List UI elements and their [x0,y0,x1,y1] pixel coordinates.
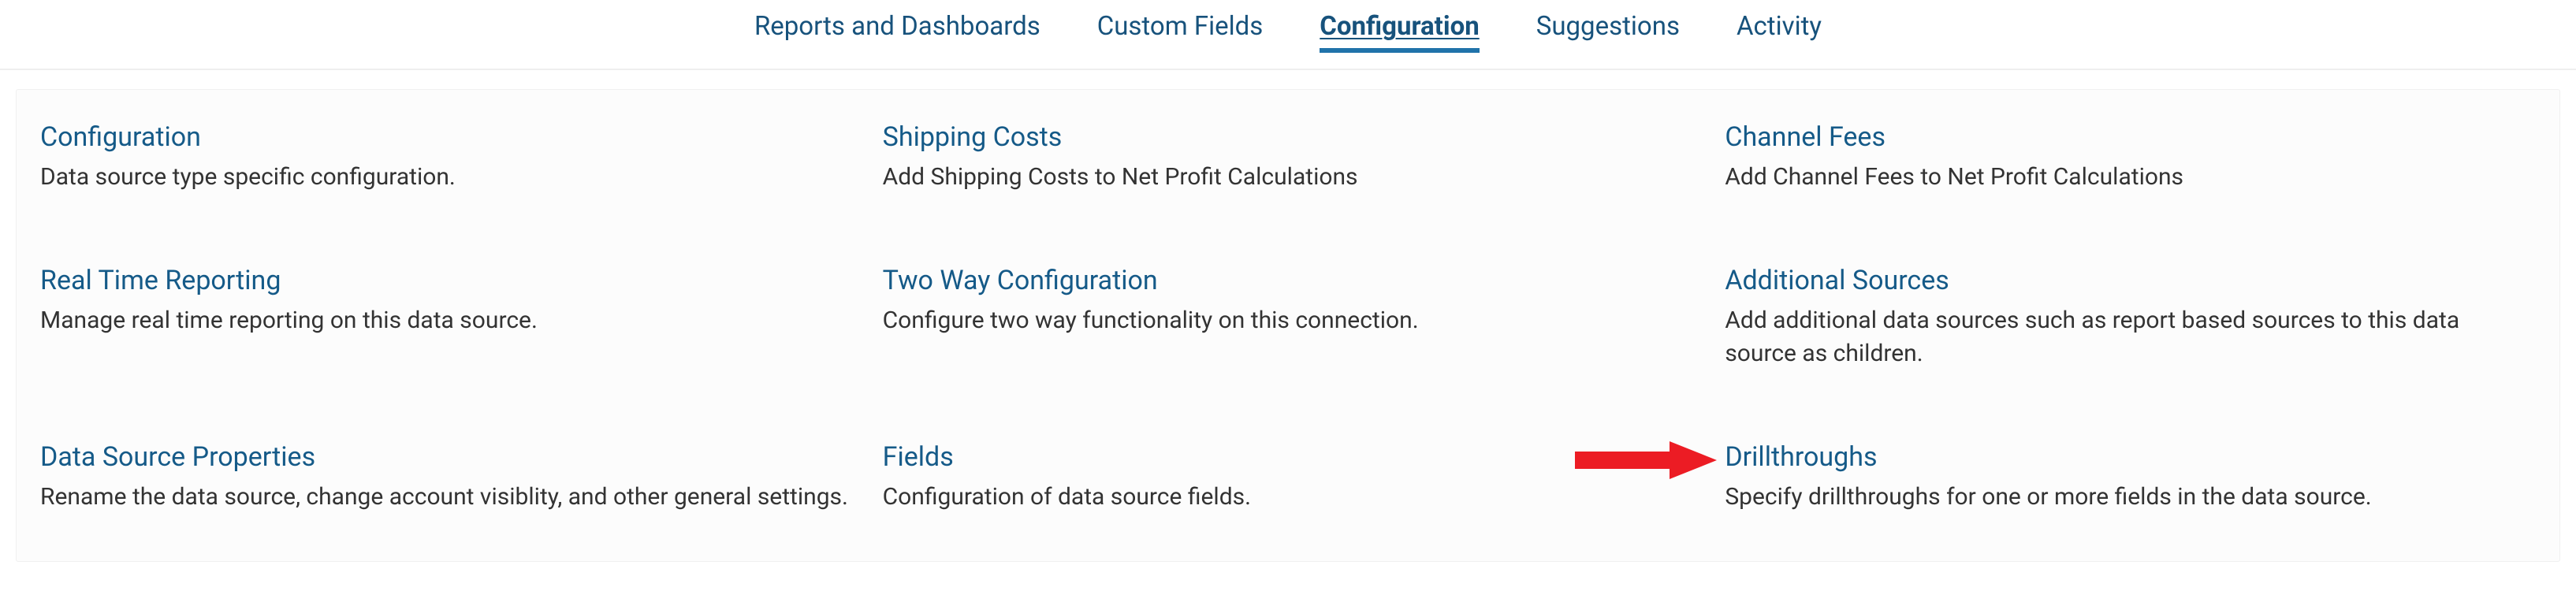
card-configuration: Configuration Data source type specific … [40,121,851,194]
card-desc: Configure two way functionality on this … [883,304,1694,337]
card-title-channel-fees[interactable]: Channel Fees [1725,121,2536,153]
card-desc: Add additional data sources such as repo… [1725,304,2536,370]
card-title-drillthroughs[interactable]: Drillthroughs [1725,441,2536,473]
card-desc: Rename the data source, change account v… [40,481,851,514]
card-two-way-configuration: Two Way Configuration Configure two way … [883,265,1694,370]
tab-configuration[interactable]: Configuration [1320,11,1479,53]
tab-custom-fields[interactable]: Custom Fields [1097,11,1264,53]
card-title-data-source-properties[interactable]: Data Source Properties [40,441,851,473]
card-desc: Configuration of data source fields. [883,481,1694,514]
card-desc: Add Channel Fees to Net Profit Calculati… [1725,161,2536,194]
card-shipping-costs: Shipping Costs Add Shipping Costs to Net… [883,121,1694,194]
arrow-annotation-icon [1575,438,1717,482]
card-title-shipping-costs[interactable]: Shipping Costs [883,121,1694,153]
card-title-additional-sources[interactable]: Additional Sources [1725,265,2536,296]
card-channel-fees: Channel Fees Add Channel Fees to Net Pro… [1725,121,2536,194]
card-desc: Manage real time reporting on this data … [40,304,851,337]
card-title-two-way-configuration[interactable]: Two Way Configuration [883,265,1694,296]
tab-suggestions[interactable]: Suggestions [1536,11,1680,53]
tab-reports-and-dashboards[interactable]: Reports and Dashboards [754,11,1040,53]
card-title-real-time-reporting[interactable]: Real Time Reporting [40,265,851,296]
card-data-source-properties: Data Source Properties Rename the data s… [40,441,851,514]
tabs-container: Reports and Dashboards Custom Fields Con… [0,0,2576,70]
card-desc: Data source type specific configuration. [40,161,851,194]
card-desc: Specify drillthroughs for one or more fi… [1725,481,2536,514]
card-fields: Fields Configuration of data source fiel… [883,441,1694,514]
card-title-configuration[interactable]: Configuration [40,121,851,153]
card-drillthroughs: Drillthroughs Specify drillthroughs for … [1725,441,2536,514]
card-additional-sources: Additional Sources Add additional data s… [1725,265,2536,370]
card-desc: Add Shipping Costs to Net Profit Calcula… [883,161,1694,194]
card-title-fields[interactable]: Fields [883,441,1694,473]
content-area: Configuration Data source type specific … [16,89,2560,562]
card-real-time-reporting: Real Time Reporting Manage real time rep… [40,265,851,370]
tab-activity[interactable]: Activity [1737,11,1822,53]
config-grid: Configuration Data source type specific … [40,121,2536,514]
